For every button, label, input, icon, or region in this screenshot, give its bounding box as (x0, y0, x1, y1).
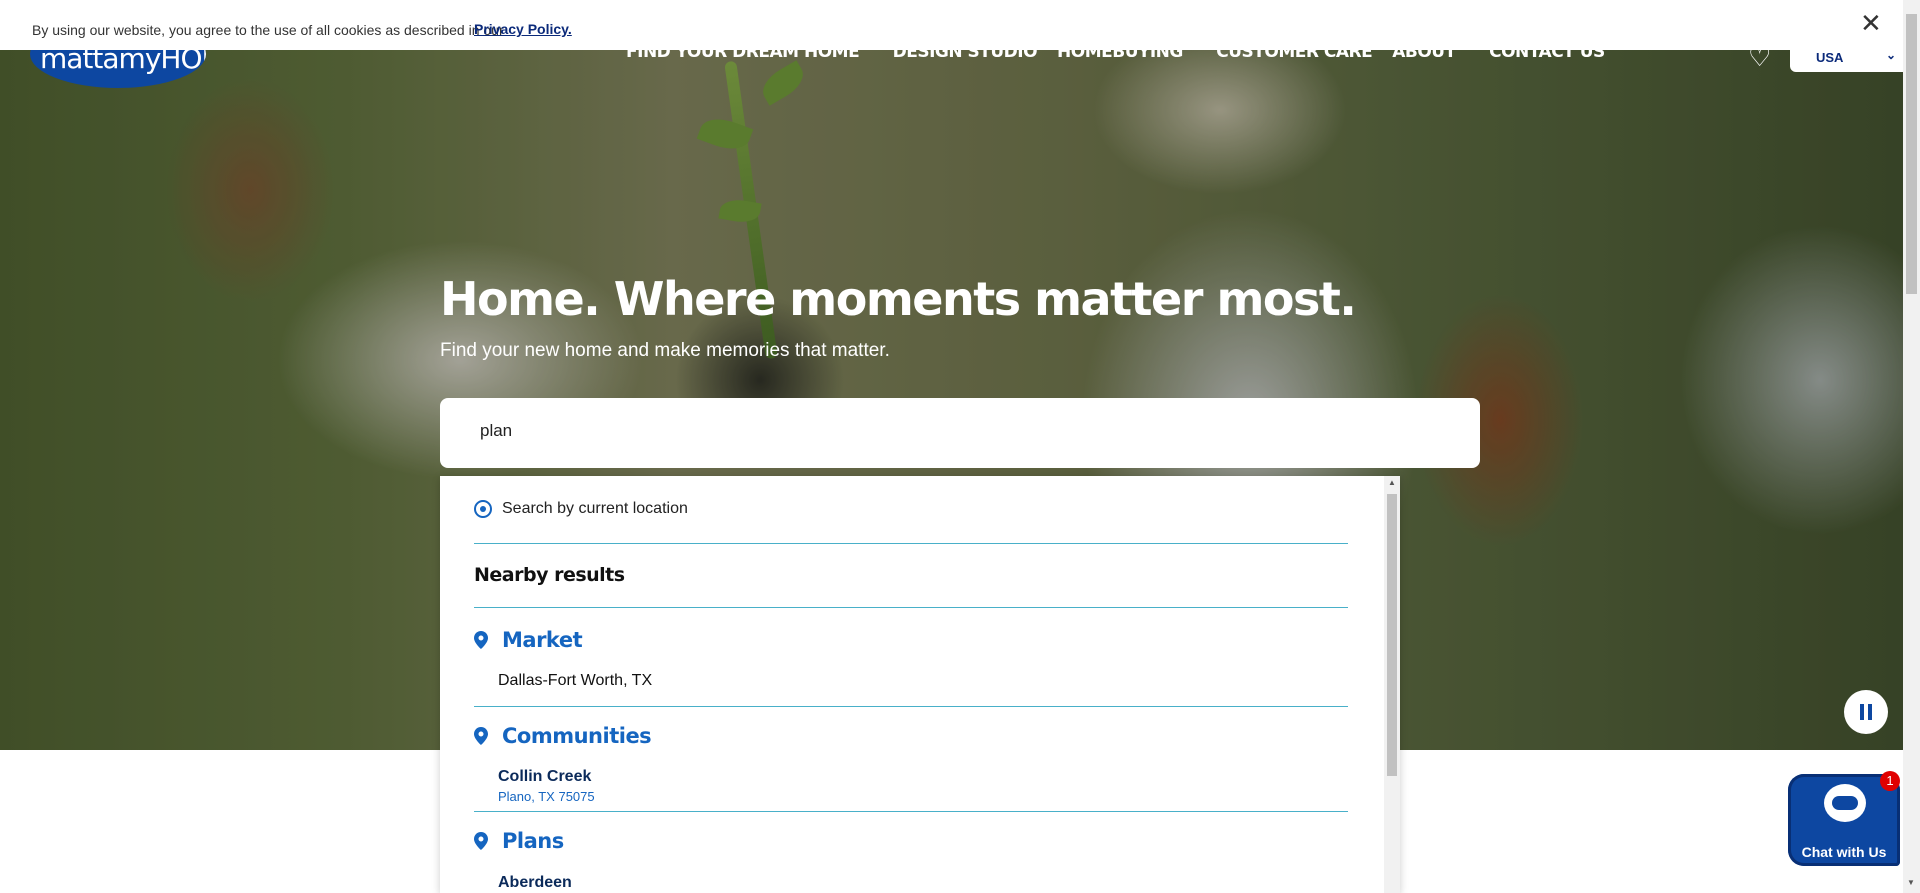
country-label: USA (1816, 50, 1844, 65)
search-by-location-option[interactable]: Search by current location (474, 500, 688, 518)
suggestions-scrollbar[interactable]: ▲ (1384, 476, 1400, 893)
divider (474, 543, 1348, 544)
hero-title: Home. Where moments matter most. (440, 272, 1357, 326)
nearby-results-heading: Nearby results (474, 564, 625, 586)
location-target-icon (474, 500, 492, 518)
chevron-down-icon: ⌄ (1886, 48, 1897, 62)
scroll-up-icon[interactable]: ▲ (1388, 478, 1396, 487)
map-pin-icon (474, 727, 488, 745)
communities-group-header: Communities (474, 724, 652, 748)
market-group-title: Market (502, 628, 583, 652)
chat-notification-badge: 1 (1880, 771, 1900, 791)
pause-video-button[interactable] (1844, 690, 1888, 734)
hero-subtitle: Find your new home and make memories tha… (440, 340, 890, 361)
search-input[interactable] (478, 420, 1382, 442)
page-scroll-thumb[interactable] (1906, 14, 1917, 294)
community-location: Plano, TX 75075 (498, 789, 595, 804)
page-scrollbar[interactable]: ▼ (1903, 0, 1920, 893)
divider (474, 811, 1348, 812)
communities-group-title: Communities (502, 724, 652, 748)
plan-result-item[interactable]: Aberdeen (498, 874, 572, 892)
cookie-text: By using our website, you agree to the u… (32, 22, 504, 38)
map-pin-icon (474, 631, 488, 649)
market-result-item[interactable]: Dallas-Fort Worth, TX (498, 672, 652, 690)
community-name: Collin Creek (498, 768, 592, 785)
chat-label: Chat with Us (1801, 844, 1887, 860)
scroll-down-icon[interactable]: ▼ (1907, 878, 1915, 887)
plans-group-header: Plans (474, 829, 564, 853)
divider (474, 706, 1348, 707)
chatbot-icon (1824, 784, 1866, 822)
search-box (440, 398, 1480, 468)
close-icon[interactable]: ✕ (1860, 10, 1882, 36)
scroll-thumb[interactable] (1387, 494, 1397, 776)
plans-group-title: Plans (502, 829, 564, 853)
search-suggestions: Search by current location Nearby result… (440, 476, 1400, 893)
cookie-banner: By using our website, you agree to the u… (0, 0, 1920, 50)
map-pin-icon (474, 832, 488, 850)
divider (474, 607, 1348, 608)
privacy-policy-link[interactable]: Privacy Policy. (474, 21, 572, 37)
market-group-header: Market (474, 628, 583, 652)
location-option-label: Search by current location (502, 500, 688, 517)
